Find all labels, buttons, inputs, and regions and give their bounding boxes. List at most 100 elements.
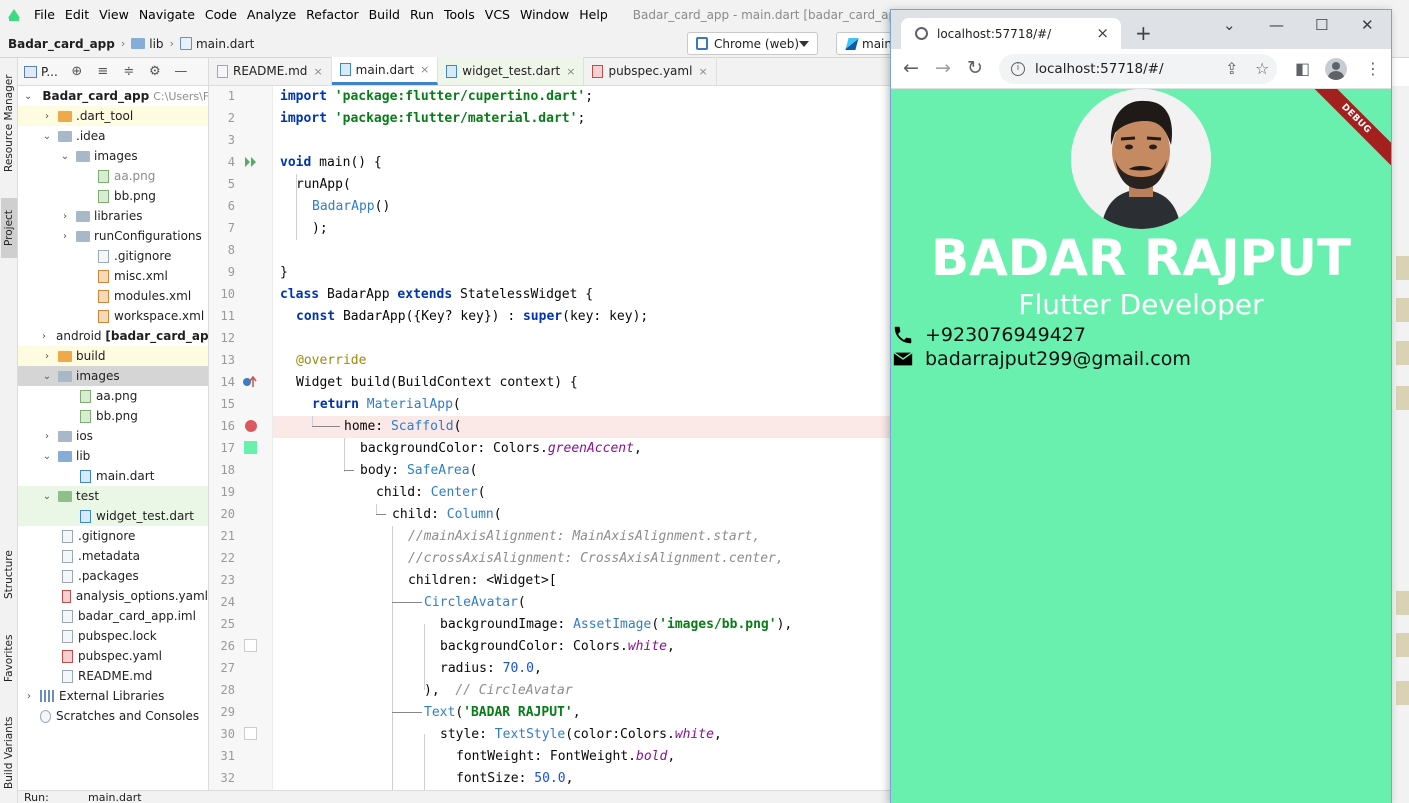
tree-item-scratches[interactable]: Scratches and Consoles <box>18 706 208 726</box>
menu-file[interactable]: File <box>29 0 60 30</box>
project-view-selector[interactable]: P... <box>41 65 58 79</box>
reload-icon[interactable]: ↻ <box>967 58 983 78</box>
profile-icon[interactable] <box>1325 58 1347 80</box>
menu-refactor[interactable]: Refactor <box>301 0 363 30</box>
back-icon[interactable]: ← <box>903 58 919 78</box>
locate-icon[interactable]: ⊕ <box>70 64 84 79</box>
breadcrumb-folder[interactable]: lib <box>127 37 167 51</box>
menu-view[interactable]: View <box>94 0 134 30</box>
run-tab-main-dart[interactable]: main.dart <box>88 791 142 803</box>
tree-item-test[interactable]: ⌄ test <box>18 486 208 506</box>
tree-item-gitignore[interactable]: .gitignore <box>18 526 208 546</box>
code-line-31: fontWeight: FontWeight.bold, <box>456 749 676 764</box>
tree-item-android[interactable]: › android [badar_card_app <box>18 326 208 346</box>
menu-tools[interactable]: Tools <box>439 0 480 30</box>
tree-item-pubspec-yaml[interactable]: pubspec.yaml <box>18 646 208 666</box>
favorites-tool-tab[interactable]: Favorites <box>1 623 17 693</box>
tree-item-ios[interactable]: › ios <box>18 426 208 446</box>
tab-widget-test[interactable]: widget_test.dart × <box>438 57 585 85</box>
tree-item-misc-xml[interactable]: misc.xml <box>18 266 208 286</box>
tree-item-dart-tool[interactable]: › .dart_tool <box>18 106 208 126</box>
code-editor[interactable]: import 'package:flutter/cupertino.dart';… <box>273 86 891 803</box>
gear-icon[interactable]: ⚙ <box>148 64 162 79</box>
menu-code[interactable]: Code <box>200 0 242 30</box>
tree-item-images[interactable]: ⌄ images <box>18 366 208 386</box>
tree-item-metadata[interactable]: .metadata <box>18 546 208 566</box>
close-icon[interactable]: × <box>1096 24 1109 42</box>
tree-item-readme[interactable]: README.md <box>18 666 208 686</box>
breakpoint-icon[interactable] <box>244 419 258 433</box>
menu-analyze[interactable]: Analyze <box>242 0 301 30</box>
close-icon[interactable]: × <box>698 65 707 78</box>
color-swatch-icon[interactable] <box>244 639 257 652</box>
close-icon[interactable]: × <box>566 65 575 78</box>
tree-item-widget-test-dart[interactable]: widget_test.dart <box>18 506 208 526</box>
color-swatch-icon[interactable] <box>244 727 257 740</box>
resource-manager-tab[interactable]: Resource Manager <box>1 68 17 178</box>
hide-icon[interactable]: — <box>174 64 188 79</box>
tree-item-bb-png[interactable]: bb.png <box>18 406 208 426</box>
browser-tab[interactable]: localhost:57718/#/ × <box>901 18 1121 49</box>
collapse-all-icon[interactable]: ≑ <box>122 64 136 79</box>
build-variants-tool-tab[interactable]: Build Variants <box>1 708 17 798</box>
run-icon[interactable] <box>244 156 258 168</box>
address-bar-url: localhost:57718/#/ <box>1035 61 1164 77</box>
tree-item-label: libraries <box>94 209 143 223</box>
code-line-27: radius: 70.0, <box>440 661 542 676</box>
minimize-icon[interactable]: — <box>1269 16 1284 34</box>
info-icon[interactable]: i <box>1011 62 1025 76</box>
breadcrumb-file[interactable]: main.dart <box>176 37 258 51</box>
side-panel-icon[interactable]: ◧ <box>1295 59 1310 79</box>
device-selector[interactable]: Chrome (web) <box>687 32 818 55</box>
menu-help[interactable]: Help <box>574 0 613 30</box>
star-icon[interactable]: ☆ <box>1255 59 1269 79</box>
project-tool-tab[interactable]: Project <box>1 198 17 258</box>
tree-item-pubspec-lock[interactable]: pubspec.lock <box>18 626 208 646</box>
tree-item-analysis-options[interactable]: analysis_options.yaml <box>18 586 208 606</box>
breadcrumb-project[interactable]: Badar_card_app <box>4 37 119 51</box>
override-icon[interactable] <box>242 375 258 389</box>
chevron-down-icon[interactable]: ⌄ <box>1223 16 1236 34</box>
more-menu-icon[interactable]: ⋮ <box>1365 59 1381 79</box>
menu-navigate[interactable]: Navigate <box>134 0 200 30</box>
menu-vcs[interactable]: VCS <box>480 0 515 30</box>
tree-item-idea-bb-png[interactable]: bb.png <box>18 186 208 206</box>
expand-all-icon[interactable]: ≡ <box>96 64 110 79</box>
tree-item-lib[interactable]: ⌄ lib <box>18 446 208 466</box>
tab-main-dart[interactable]: main.dart × <box>331 57 439 85</box>
tree-item-iml[interactable]: badar_card_app.iml <box>18 606 208 626</box>
close-window-icon[interactable]: ✕ <box>1361 16 1374 34</box>
tree-item-build[interactable]: › build <box>18 346 208 366</box>
menu-window[interactable]: Window <box>515 0 574 30</box>
tree-item-main-dart[interactable]: main.dart <box>18 466 208 486</box>
tree-item-workspace-xml[interactable]: workspace.xml <box>18 306 208 326</box>
close-icon[interactable]: × <box>420 63 429 76</box>
tree-item-external-libraries[interactable]: › External Libraries <box>18 686 208 706</box>
share-icon[interactable]: ⇪ <box>1225 59 1238 79</box>
color-swatch-icon[interactable] <box>244 441 257 454</box>
menu-build[interactable]: Build <box>364 0 405 30</box>
tree-item-idea-aa-png[interactable]: aa.png <box>18 166 208 186</box>
tree-item-aa-png[interactable]: aa.png <box>18 386 208 406</box>
structure-tool-tab[interactable]: Structure <box>1 540 17 610</box>
forward-icon[interactable]: → <box>935 58 951 78</box>
tree-item-packages[interactable]: .packages <box>18 566 208 586</box>
tree-item-idea[interactable]: ⌄ .idea <box>18 126 208 146</box>
chevron-down-icon: ⌄ <box>42 130 52 142</box>
new-tab-icon[interactable]: + <box>1135 21 1152 45</box>
maximize-icon[interactable]: ☐ <box>1315 16 1328 34</box>
tree-item-libraries[interactable]: › libraries <box>18 206 208 226</box>
close-icon[interactable]: × <box>313 65 322 78</box>
run-config-selector[interactable]: main <box>836 32 896 55</box>
line-number: 21 <box>220 529 235 543</box>
line-number: 18 <box>220 463 235 477</box>
tree-item-idea-gitignore[interactable]: .gitignore <box>18 246 208 266</box>
tree-item-project-root[interactable]: ⌄ Badar_card_app C:\Users\F <box>18 86 208 106</box>
menu-run[interactable]: Run <box>405 0 439 30</box>
tab-pubspec[interactable]: pubspec.yaml × <box>584 57 717 85</box>
tree-item-idea-images[interactable]: ⌄ images <box>18 146 208 166</box>
menu-edit[interactable]: Edit <box>60 0 94 30</box>
tree-item-modules-xml[interactable]: modules.xml <box>18 286 208 306</box>
tree-item-run-configurations[interactable]: › runConfigurations <box>18 226 208 246</box>
tab-readme[interactable]: README.md × <box>209 57 332 85</box>
